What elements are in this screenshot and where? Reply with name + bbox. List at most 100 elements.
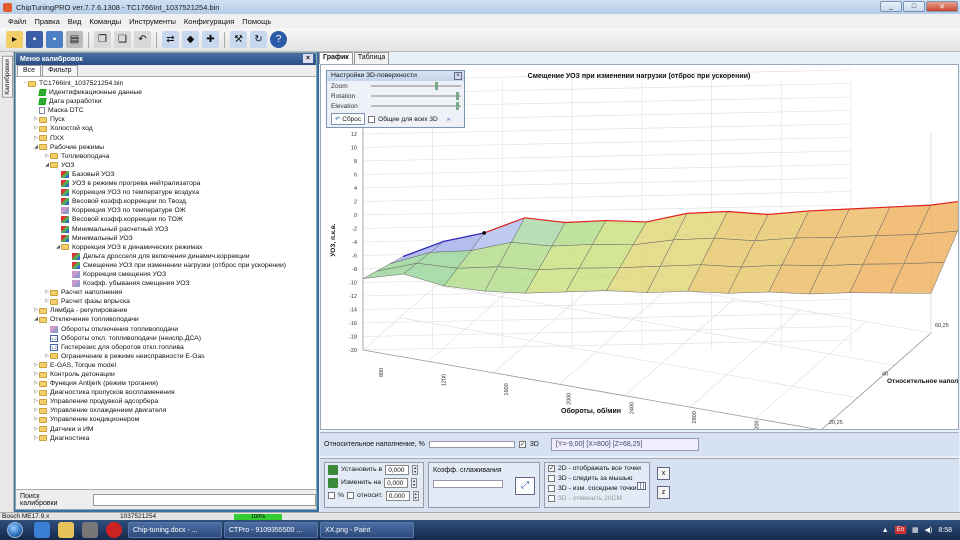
menu-commands[interactable]: Команды — [89, 17, 121, 26]
reset-button[interactable]: ↶ Сброс — [331, 113, 366, 125]
surface-plot[interactable]: 20181614121086420-2-4-6-8-10-12-14-16-18… — [320, 64, 960, 442]
tree-node[interactable]: ▷ Диагностика — [16, 434, 316, 443]
checksum-icon[interactable]: ✚ — [202, 31, 219, 48]
settings-close-icon[interactable]: × — [454, 72, 462, 80]
set-apply-icon[interactable] — [328, 464, 338, 475]
menu-edit[interactable]: Правка — [34, 17, 59, 26]
load-slider[interactable] — [428, 441, 515, 448]
smoothing-slider[interactable] — [433, 480, 503, 488]
print-icon[interactable]: ▤ — [66, 31, 83, 48]
expand-icon[interactable]: » — [447, 116, 451, 123]
relative-spinner[interactable]: ▴ ▾ — [412, 490, 419, 501]
option-checkbox-all-points[interactable]: ✓ — [548, 464, 555, 472]
elevation-slider-thumb[interactable] — [456, 102, 460, 110]
option-checkbox-neighbors[interactable] — [548, 484, 555, 492]
menu-view[interactable]: Вид — [68, 17, 82, 26]
change-value-input[interactable]: 0,000 — [384, 477, 409, 488]
tree-node[interactable]: Весовой коэфф.коррекции по Твозд. — [16, 197, 316, 206]
panel-close-icon[interactable]: × — [303, 54, 313, 63]
tree-node[interactable]: ▷ Пуск — [16, 115, 316, 124]
tree-node[interactable]: Коэфф. убывания смещения УОЗ — [16, 279, 316, 288]
tree-node[interactable]: ◢ УОЗ — [16, 161, 316, 170]
tree-node[interactable]: Идентификационные данные — [16, 88, 316, 97]
save-as-icon[interactable]: ▪ — [46, 31, 63, 48]
tree-node[interactable]: ▷ Расчет фазы впрыска — [16, 297, 316, 306]
rotation-slider[interactable] — [371, 92, 461, 100]
menu-config[interactable]: Конфигурация — [184, 17, 234, 26]
refresh-icon[interactable]: ↻ — [250, 31, 267, 48]
tab-filter[interactable]: Фильтр — [42, 65, 78, 76]
menu-file[interactable]: Файл — [8, 17, 26, 26]
tree-node[interactable]: 1.2 Гистерезис для оборотов откл.топлива — [16, 343, 316, 352]
tree-node[interactable]: Маска DTC — [16, 106, 316, 115]
copy-icon[interactable]: ❐ — [94, 31, 111, 48]
tree-node[interactable]: Базовый УОЗ — [16, 170, 316, 179]
change-spinner[interactable]: ▴ ▾ — [411, 477, 418, 488]
tree-node[interactable]: ▷ Лямбда - регулирование — [16, 306, 316, 315]
tree-node[interactable]: ▷ Диагностика пропусков воспламенения — [16, 388, 316, 397]
task-word[interactable]: Chip-tuning.docx - ... — [128, 522, 222, 538]
tree-node[interactable]: Смещение УОЗ при изменении нагрузки (отб… — [16, 261, 316, 270]
tree-node[interactable]: ▷ Ограничение в режиме неисправности E-Ga… — [16, 352, 316, 361]
tree-node[interactable]: ▷ Управление продувкой адсорбера — [16, 397, 316, 406]
tree-node[interactable]: Минимальный расчетный УОЗ — [16, 225, 316, 234]
compare-icon[interactable]: ⇄ — [162, 31, 179, 48]
tree-node[interactable]: ▷ E-GAS, Torque model — [16, 361, 316, 370]
paste-icon[interactable]: ❑ — [114, 31, 131, 48]
save-icon[interactable]: ▪ — [26, 31, 43, 48]
tree-node[interactable]: ▷ Датчики и ИМ — [16, 425, 316, 434]
tree-node[interactable]: ◢ Коррекция УОЗ в динамических режимах — [16, 243, 316, 252]
tree-node[interactable]: Обороты отключения топливоподачи — [16, 325, 316, 334]
smooth-apply-icon[interactable]: ⤢ — [515, 477, 535, 495]
media-icon[interactable] — [82, 522, 98, 538]
tree-node[interactable]: 1.2 Обороты откл. топливоподачи (неиспр.Д… — [16, 334, 316, 343]
tree-node[interactable]: ▷ Холостой ход — [16, 124, 316, 133]
percent-checkbox[interactable] — [328, 492, 335, 499]
help-icon[interactable]: ? — [270, 31, 287, 48]
tree-node[interactable]: Коррекция смещения УОЗ — [16, 270, 316, 279]
tree-node[interactable]: ▷ ПХХ — [16, 134, 316, 143]
language-indicator[interactable]: En — [894, 526, 907, 534]
tray-arrow-icon[interactable]: ▲ — [882, 527, 889, 534]
zoom-slider[interactable] — [371, 82, 461, 90]
zoom-slider-thumb[interactable] — [435, 82, 439, 90]
volume-icon[interactable]: ◀) — [925, 526, 933, 534]
tab-graph[interactable]: График — [319, 52, 353, 64]
tree-node[interactable]: ▷ Функция Antijerk (режим трогания) — [16, 379, 316, 388]
relative-checkbox[interactable] — [347, 492, 355, 499]
3d-checkbox[interactable]: ✓ — [518, 441, 526, 448]
axis-z-button[interactable]: z — [657, 486, 670, 499]
menu-help[interactable]: Помощь — [242, 17, 271, 26]
open-folder-icon[interactable]: ▸ — [6, 31, 23, 48]
ie-icon[interactable] — [34, 522, 50, 538]
tree-node[interactable]: Дельта дросселя для включения динамич.ко… — [16, 252, 316, 261]
calibrations-side-tab[interactable]: Калибровки — [2, 56, 13, 98]
tree-node[interactable]: ▷ Управление охлаждением двигателя — [16, 406, 316, 415]
menu-tools[interactable]: Инструменты — [129, 17, 176, 26]
opera-icon[interactable] — [106, 522, 122, 538]
tree-node[interactable]: Коррекция УОЗ по температуре воздуха — [16, 188, 316, 197]
grid-icon[interactable] — [637, 482, 646, 490]
minimize-button[interactable]: _ — [880, 1, 902, 12]
tree-node[interactable]: ▷ Контроль детонации — [16, 370, 316, 379]
relative-value-input[interactable]: 0,000 — [385, 490, 410, 501]
explorer-icon[interactable] — [58, 522, 74, 538]
task-paint[interactable]: XX.png - Paint — [320, 522, 414, 538]
navigate-icon[interactable]: ◆ — [182, 31, 199, 48]
tree-node[interactable]: ▷ Топливоподача — [16, 152, 316, 161]
set-spinner[interactable]: ▴ ▾ — [412, 464, 419, 475]
option-checkbox-follow-mouse[interactable] — [548, 474, 555, 482]
tree-node[interactable]: Минимальный УОЗ — [16, 234, 316, 243]
change-apply-icon[interactable] — [328, 477, 338, 488]
maximize-button[interactable]: □ — [903, 1, 925, 12]
axis-x-button[interactable]: x — [657, 467, 670, 480]
tree-node[interactable]: Весовой коэфф.коррекции по ТОЖ — [16, 215, 316, 224]
clock[interactable]: 8:58 — [938, 527, 952, 534]
tree-node[interactable]: ◢ Рабочие режимы — [16, 143, 316, 152]
option-checkbox-cancel[interactable] — [548, 494, 555, 502]
tab-all[interactable]: Все — [17, 65, 42, 76]
rotation-slider-thumb[interactable] — [456, 92, 460, 100]
close-button[interactable]: ✕ — [926, 1, 958, 12]
tree-node[interactable]: УОЗ в режиме прогрева нейтрализатора — [16, 179, 316, 188]
tree-node[interactable]: − TC1766Int_1037521254.bin — [16, 79, 316, 88]
